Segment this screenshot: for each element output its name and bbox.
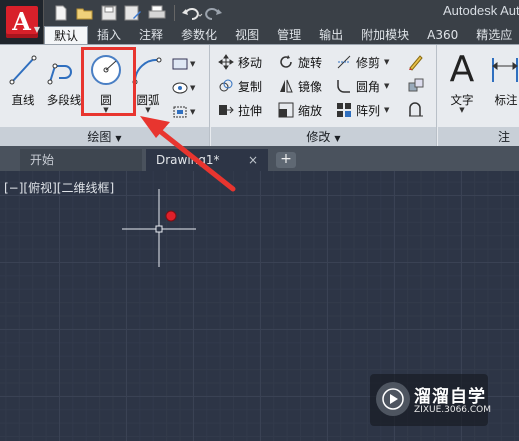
annotation-arrow <box>140 116 236 192</box>
